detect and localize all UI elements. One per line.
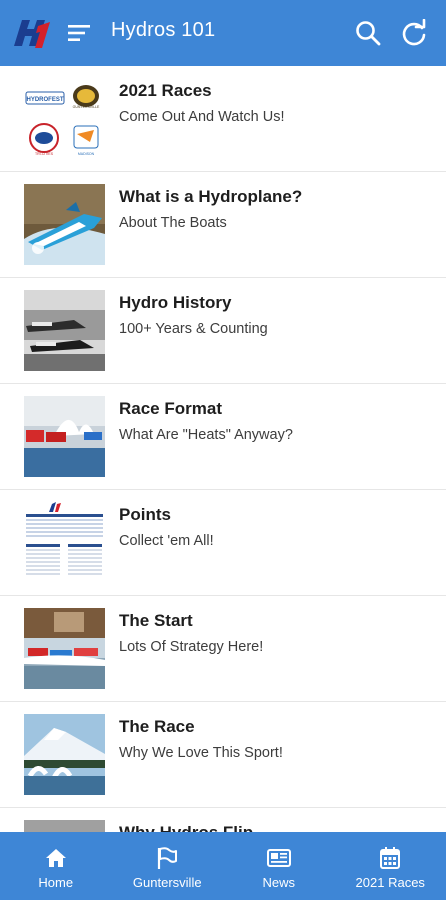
guntersville-logo-text: GUNTERSVILLE: [73, 105, 100, 109]
list-item-title: Why Hydros Flip: [119, 823, 253, 832]
points-table-thumbnail: [24, 502, 105, 583]
topic-list: HYDROFEST GUNTERSVILLE TRI-CITIES MADISO…: [0, 66, 446, 832]
flip-thumbnail: [24, 820, 105, 832]
start-thumbnail: [24, 608, 105, 689]
list-item-points[interactable]: Points Collect 'em All!: [0, 490, 446, 596]
list-item-subtitle: Collect 'em All!: [119, 533, 214, 549]
list-item-title: The Start: [119, 611, 193, 630]
menu-icon[interactable]: [66, 20, 92, 46]
list-item-title: Race Format: [119, 399, 222, 418]
race-format-thumbnail: [24, 396, 105, 477]
page-title: Hydros 101: [111, 19, 216, 41]
nav-news-label: News: [262, 875, 295, 890]
list-item-why-hydros-flip[interactable]: Why Hydros Flip: [0, 808, 446, 832]
nav-news[interactable]: News: [223, 832, 335, 900]
nav-home[interactable]: Home: [0, 832, 112, 900]
list-item-race-format[interactable]: Race Format What Are "Heats" Anyway?: [0, 384, 446, 490]
home-icon: [45, 849, 66, 867]
list-item-title: Points: [119, 505, 171, 524]
refresh-icon[interactable]: [400, 19, 428, 47]
hydrofest-logo-text: HYDROFEST: [26, 97, 63, 103]
list-item-hydro-history[interactable]: Hydro History 100+ Years & Counting: [0, 278, 446, 384]
race-logos-thumbnail: HYDROFEST GUNTERSVILLE TRI-CITIES MADISO…: [24, 78, 105, 159]
list-item-subtitle: 100+ Years & Counting: [119, 321, 268, 337]
flag-icon: [158, 847, 178, 869]
list-item-the-race[interactable]: The Race Why We Love This Sport!: [0, 702, 446, 808]
bottom-navigation: Home Guntersville News 2021 Races: [0, 832, 446, 900]
tri-cities-logo-text: TRI-CITIES: [35, 152, 54, 156]
list-item-title: Hydro History: [119, 293, 232, 312]
vintage-boat-thumbnail: [24, 290, 105, 371]
list-item-what-is-a-hydroplane[interactable]: What is a Hydroplane? About The Boats: [0, 172, 446, 278]
nav-guntersville[interactable]: Guntersville: [112, 832, 224, 900]
nav-home-label: Home: [38, 875, 74, 890]
newspaper-icon: [266, 849, 291, 867]
nav-2021-races-label: 2021 Races: [355, 875, 425, 890]
list-item-title: 2021 Races: [119, 81, 212, 100]
blue-boat-thumbnail: [24, 184, 105, 265]
list-item-subtitle: Why We Love This Sport!: [119, 745, 283, 761]
h1-logo-icon: [14, 20, 50, 48]
mountain-race-thumbnail: [24, 714, 105, 795]
list-item-subtitle: Come Out And Watch Us!: [119, 109, 285, 125]
list-item-title: The Race: [119, 717, 195, 736]
nav-guntersville-label: Guntersville: [132, 875, 202, 890]
list-item-subtitle: Lots Of Strategy Here!: [119, 639, 264, 655]
list-item-title: What is a Hydroplane?: [119, 187, 303, 206]
madison-logo-text: MADISON: [78, 152, 95, 156]
search-icon[interactable]: [354, 19, 382, 47]
list-item-the-start[interactable]: The Start Lots Of Strategy Here!: [0, 596, 446, 702]
list-item-subtitle: About The Boats: [119, 215, 227, 231]
app-bar: Hydros 101: [0, 0, 446, 66]
list-item-subtitle: What Are "Heats" Anyway?: [119, 427, 293, 443]
calendar-icon: [380, 847, 401, 869]
nav-2021-races[interactable]: 2021 Races: [335, 832, 446, 900]
list-item-2021-races[interactable]: HYDROFEST GUNTERSVILLE TRI-CITIES MADISO…: [0, 66, 446, 172]
